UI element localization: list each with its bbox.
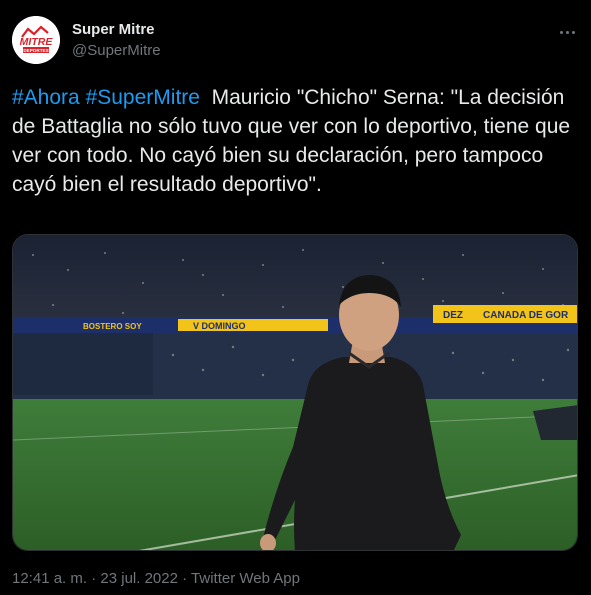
more-options-icon[interactable] (555, 22, 579, 42)
tweet-photo[interactable]: V DOMINGO BOSTERO SOY CANADA DE GOR DEZ (12, 234, 578, 551)
banner-text-4: DEZ (443, 310, 463, 321)
meta-separator-1: · (87, 570, 101, 587)
author-names: Super Mitre @SuperMitre (72, 20, 161, 61)
avatar[interactable]: MITRE DEPORTES (12, 16, 60, 64)
mitre-logo: MITRE DEPORTES (12, 16, 60, 64)
banner-text-3: CANADA DE GOR (483, 310, 569, 321)
banner-text-2: BOSTERO SOY (83, 322, 142, 331)
tweet: MITRE DEPORTES Super Mitre @SuperMitre #… (0, 0, 591, 595)
avatar-logo-text: MITRE (20, 36, 54, 48)
tweet-date[interactable]: 23 jul. 2022 (100, 570, 178, 587)
tweet-header: MITRE DEPORTES Super Mitre @SuperMitre (12, 16, 579, 68)
banner-text-1: V DOMINGO (193, 321, 246, 331)
avatar-logo-subtext: DEPORTES (23, 48, 48, 53)
tweet-time[interactable]: 12:41 a. m. (12, 570, 87, 587)
handle[interactable]: @SuperMitre (72, 41, 161, 61)
meta-separator-2: · (177, 570, 192, 587)
tweet-text: #Ahora #SuperMitre Mauricio "Chicho" Ser… (12, 83, 582, 199)
hashtag-supermitre[interactable]: #SuperMitre (86, 86, 200, 109)
stadium-photo: V DOMINGO BOSTERO SOY CANADA DE GOR DEZ (13, 235, 577, 550)
tweet-source[interactable]: Twitter Web App (191, 570, 300, 587)
display-name[interactable]: Super Mitre (72, 20, 161, 40)
tweet-meta: 12:41 a. m. · 23 jul. 2022 · Twitter Web… (12, 569, 300, 589)
hashtag-ahora[interactable]: #Ahora (12, 86, 80, 109)
